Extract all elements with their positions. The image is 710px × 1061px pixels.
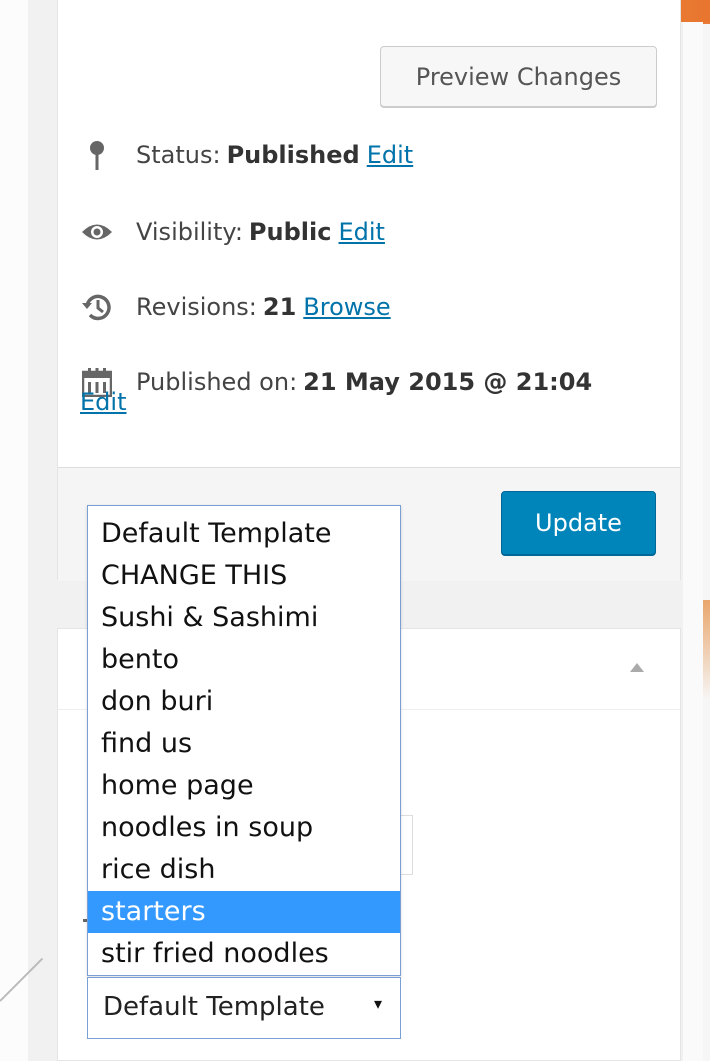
published-on-row: Published on: 21 May 2015 @ 21:04 <box>80 365 592 399</box>
status-label: Status: <box>136 141 221 169</box>
template-option[interactable]: find us <box>88 723 400 765</box>
template-option[interactable]: bento <box>88 639 400 681</box>
left-margin <box>0 0 28 1061</box>
revisions-value: 21 <box>262 293 297 321</box>
status-row: Status: Published Edit <box>80 138 413 172</box>
template-option[interactable]: stir fried noodles <box>88 933 400 975</box>
template-dropdown-list[interactable]: Default Template CHANGE THIS Sushi & Sas… <box>87 505 401 976</box>
template-option[interactable]: noodles in soup <box>88 807 400 849</box>
status-edit-link[interactable]: Edit <box>367 141 413 169</box>
revisions-browse-link[interactable]: Browse <box>303 293 390 321</box>
chevron-down-icon: ▾ <box>374 994 383 1013</box>
template-option-highlighted[interactable]: starters <box>88 891 400 933</box>
template-option[interactable]: rice dish <box>88 849 400 891</box>
template-option[interactable]: Default Template <box>88 513 400 555</box>
template-option[interactable]: CHANGE THIS <box>88 555 400 597</box>
visibility-value: Public <box>248 218 332 246</box>
template-option[interactable]: home page <box>88 765 400 807</box>
history-icon <box>80 290 114 324</box>
status-value: Published <box>226 141 360 169</box>
revisions-label: Revisions: <box>136 293 257 321</box>
update-button[interactable]: Update <box>501 491 656 555</box>
pin-icon <box>80 138 114 172</box>
visibility-label: Visibility: <box>136 218 243 246</box>
visibility-row: Visibility: Public Edit <box>80 215 385 249</box>
revisions-row: Revisions: 21 Browse <box>80 290 391 324</box>
template-select-value: Default Template <box>103 992 325 1022</box>
visibility-edit-link[interactable]: Edit <box>338 218 384 246</box>
published-on-edit-link[interactable]: Edit <box>80 388 126 416</box>
eye-icon <box>80 215 114 249</box>
template-option[interactable]: don buri <box>88 681 400 723</box>
publish-box: Preview Changes Status: Published Edit V… <box>57 0 681 581</box>
published-on-value: 21 May 2015 @ 21:04 <box>303 368 593 396</box>
right-decoration <box>703 0 710 1061</box>
collapse-toggle-icon[interactable] <box>630 663 644 672</box>
template-option[interactable]: Sushi & Sashimi <box>88 597 400 639</box>
preview-changes-button[interactable]: Preview Changes <box>380 46 657 107</box>
template-select[interactable]: Default Template ▾ <box>87 977 401 1039</box>
published-on-label: Published on: <box>136 368 298 396</box>
